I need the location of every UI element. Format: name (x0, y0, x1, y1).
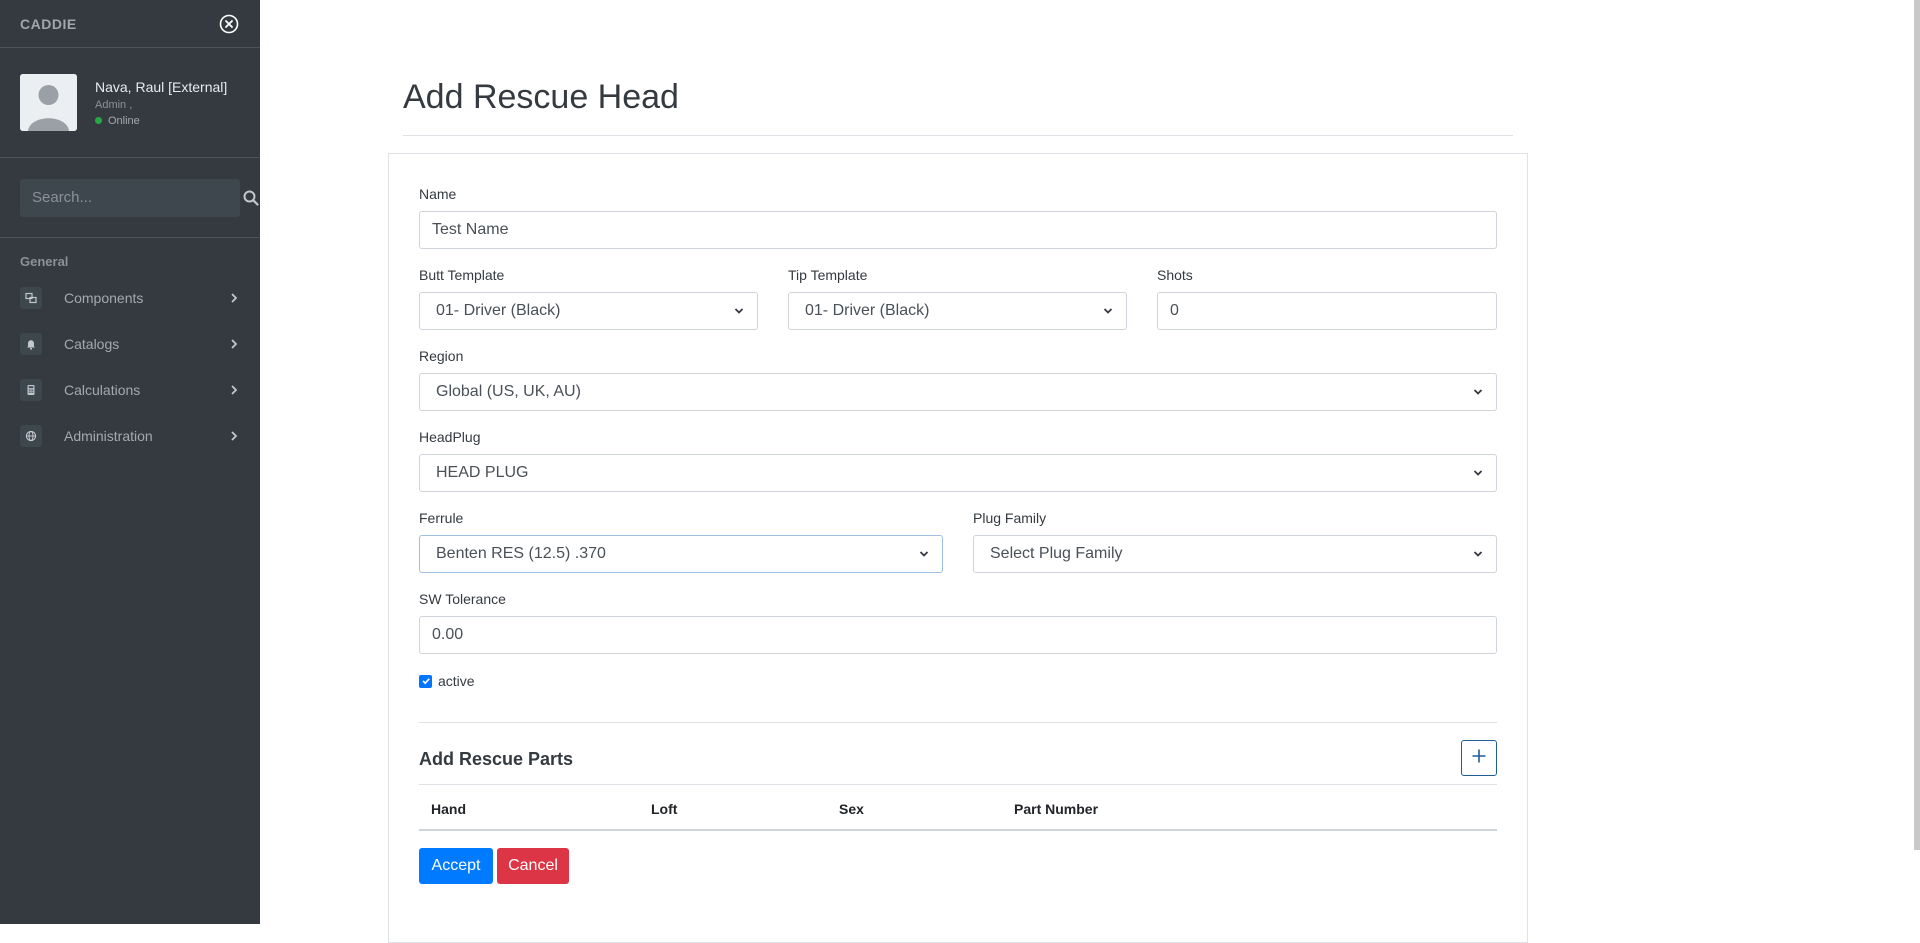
chevron-down-icon (1472, 467, 1484, 479)
shots-input[interactable]: 0 (1157, 292, 1497, 330)
sw-tolerance-value: 0.00 (432, 626, 464, 643)
user-panel: Nava, Raul [External] Admin , Online (0, 48, 260, 158)
plug-family-select[interactable]: Select Plug Family (973, 535, 1497, 573)
sidebar-item-calculations[interactable]: Calculations (0, 367, 260, 413)
ferrule-label: Ferrule (419, 510, 464, 526)
sidebar-item-administration[interactable]: Administration (0, 413, 260, 459)
search-icon[interactable] (243, 179, 259, 217)
accept-button[interactable]: Accept (419, 848, 493, 884)
table-top-divider (419, 784, 1497, 785)
section-divider (419, 722, 1497, 723)
ferrule-select[interactable]: Benten RES (12.5) .370 (419, 535, 943, 573)
headplug-select[interactable]: HEAD PLUG (419, 454, 1497, 492)
plug-family-value: Select Plug Family (990, 545, 1123, 562)
scrollbar[interactable] (1914, 0, 1920, 850)
sidebar-item-label: Components (64, 290, 144, 306)
bell-icon (20, 333, 42, 355)
sidebar-item-components[interactable]: Components (0, 275, 260, 321)
sidebar-item-label: Catalogs (64, 336, 120, 352)
active-label: active (438, 673, 475, 689)
cancel-button[interactable]: Cancel (497, 848, 569, 884)
online-status-dot (95, 117, 102, 124)
sidebar-item-label: Calculations (64, 382, 141, 398)
chevron-down-icon (918, 548, 930, 560)
shots-value: 0 (1170, 302, 1179, 319)
region-value: Global (US, UK, AU) (436, 383, 581, 400)
butt-template-label: Butt Template (419, 267, 505, 283)
butt-template-value: 01- Driver (Black) (436, 302, 561, 319)
components-icon (20, 287, 42, 309)
tip-template-select[interactable]: 01- Driver (Black) (788, 292, 1127, 330)
chevron-right-icon (228, 384, 240, 396)
column-header-part-number: Part Number (1014, 801, 1099, 817)
sidebar-search (0, 158, 260, 238)
sw-tolerance-input[interactable]: 0.00 (419, 616, 1497, 654)
region-select[interactable]: Global (US, UK, AU) (419, 373, 1497, 411)
region-label: Region (419, 348, 464, 364)
rescue-parts-title: Add Rescue Parts (419, 749, 574, 769)
chevron-right-icon (228, 338, 240, 350)
name-label: Name (419, 186, 457, 202)
sidebar-item-label: Administration (64, 428, 153, 444)
page-title: Add Rescue Head (403, 78, 679, 116)
brand-title: CADDIE (20, 15, 77, 32)
shots-label: Shots (1157, 267, 1193, 283)
tip-template-value: 01- Driver (Black) (805, 302, 930, 319)
column-header-hand: Hand (431, 801, 466, 817)
add-part-button[interactable] (1461, 740, 1497, 776)
tip-template-label: Tip Template (788, 267, 868, 283)
ferrule-value: Benten RES (12.5) .370 (436, 545, 606, 562)
sidebar: CADDIE Nava, Raul [External] Admin , Onl… (0, 0, 260, 924)
search-input[interactable] (20, 178, 243, 217)
headplug-value: HEAD PLUG (436, 464, 529, 481)
sidebar-brand: CADDIE (0, 0, 260, 48)
title-divider (403, 135, 1513, 136)
butt-template-select[interactable]: 01- Driver (Black) (419, 292, 758, 330)
chevron-down-icon (733, 305, 745, 317)
search-box (20, 178, 259, 217)
active-checkbox-row: active (419, 673, 475, 689)
calculator-icon (20, 379, 42, 401)
sw-tolerance-label: SW Tolerance (419, 591, 506, 607)
user-name[interactable]: Nava, Raul [External] (95, 79, 227, 95)
globe-icon (20, 425, 42, 447)
column-header-loft: Loft (651, 801, 678, 817)
nav-header-general: General (20, 254, 69, 269)
active-checkbox[interactable] (419, 674, 432, 688)
chevron-down-icon (1472, 386, 1484, 398)
chevron-right-icon (228, 292, 240, 304)
name-input[interactable]: Test Name (419, 211, 1497, 249)
chevron-down-icon (1102, 305, 1114, 317)
rescue-head-form: Name Test Name Butt Template 01- Driver … (388, 153, 1528, 943)
plug-family-label: Plug Family (973, 510, 1047, 526)
user-status: Online (95, 115, 227, 127)
avatar[interactable] (20, 74, 77, 131)
main-content: Add Rescue Head Name Test Name Butt Temp… (260, 0, 1920, 943)
user-role: Admin , (95, 98, 133, 111)
chevron-down-icon (1472, 548, 1484, 560)
name-value: Test Name (432, 221, 509, 238)
sidebar-item-catalogs[interactable]: Catalogs (0, 321, 260, 367)
chevron-right-icon (228, 430, 240, 442)
plus-icon (1471, 748, 1487, 769)
user-status-label: Online (108, 114, 140, 127)
headplug-label: HeadPlug (419, 429, 481, 445)
close-sidebar-icon[interactable] (218, 13, 240, 35)
table-header-divider (419, 829, 1497, 831)
column-header-sex: Sex (839, 801, 864, 817)
